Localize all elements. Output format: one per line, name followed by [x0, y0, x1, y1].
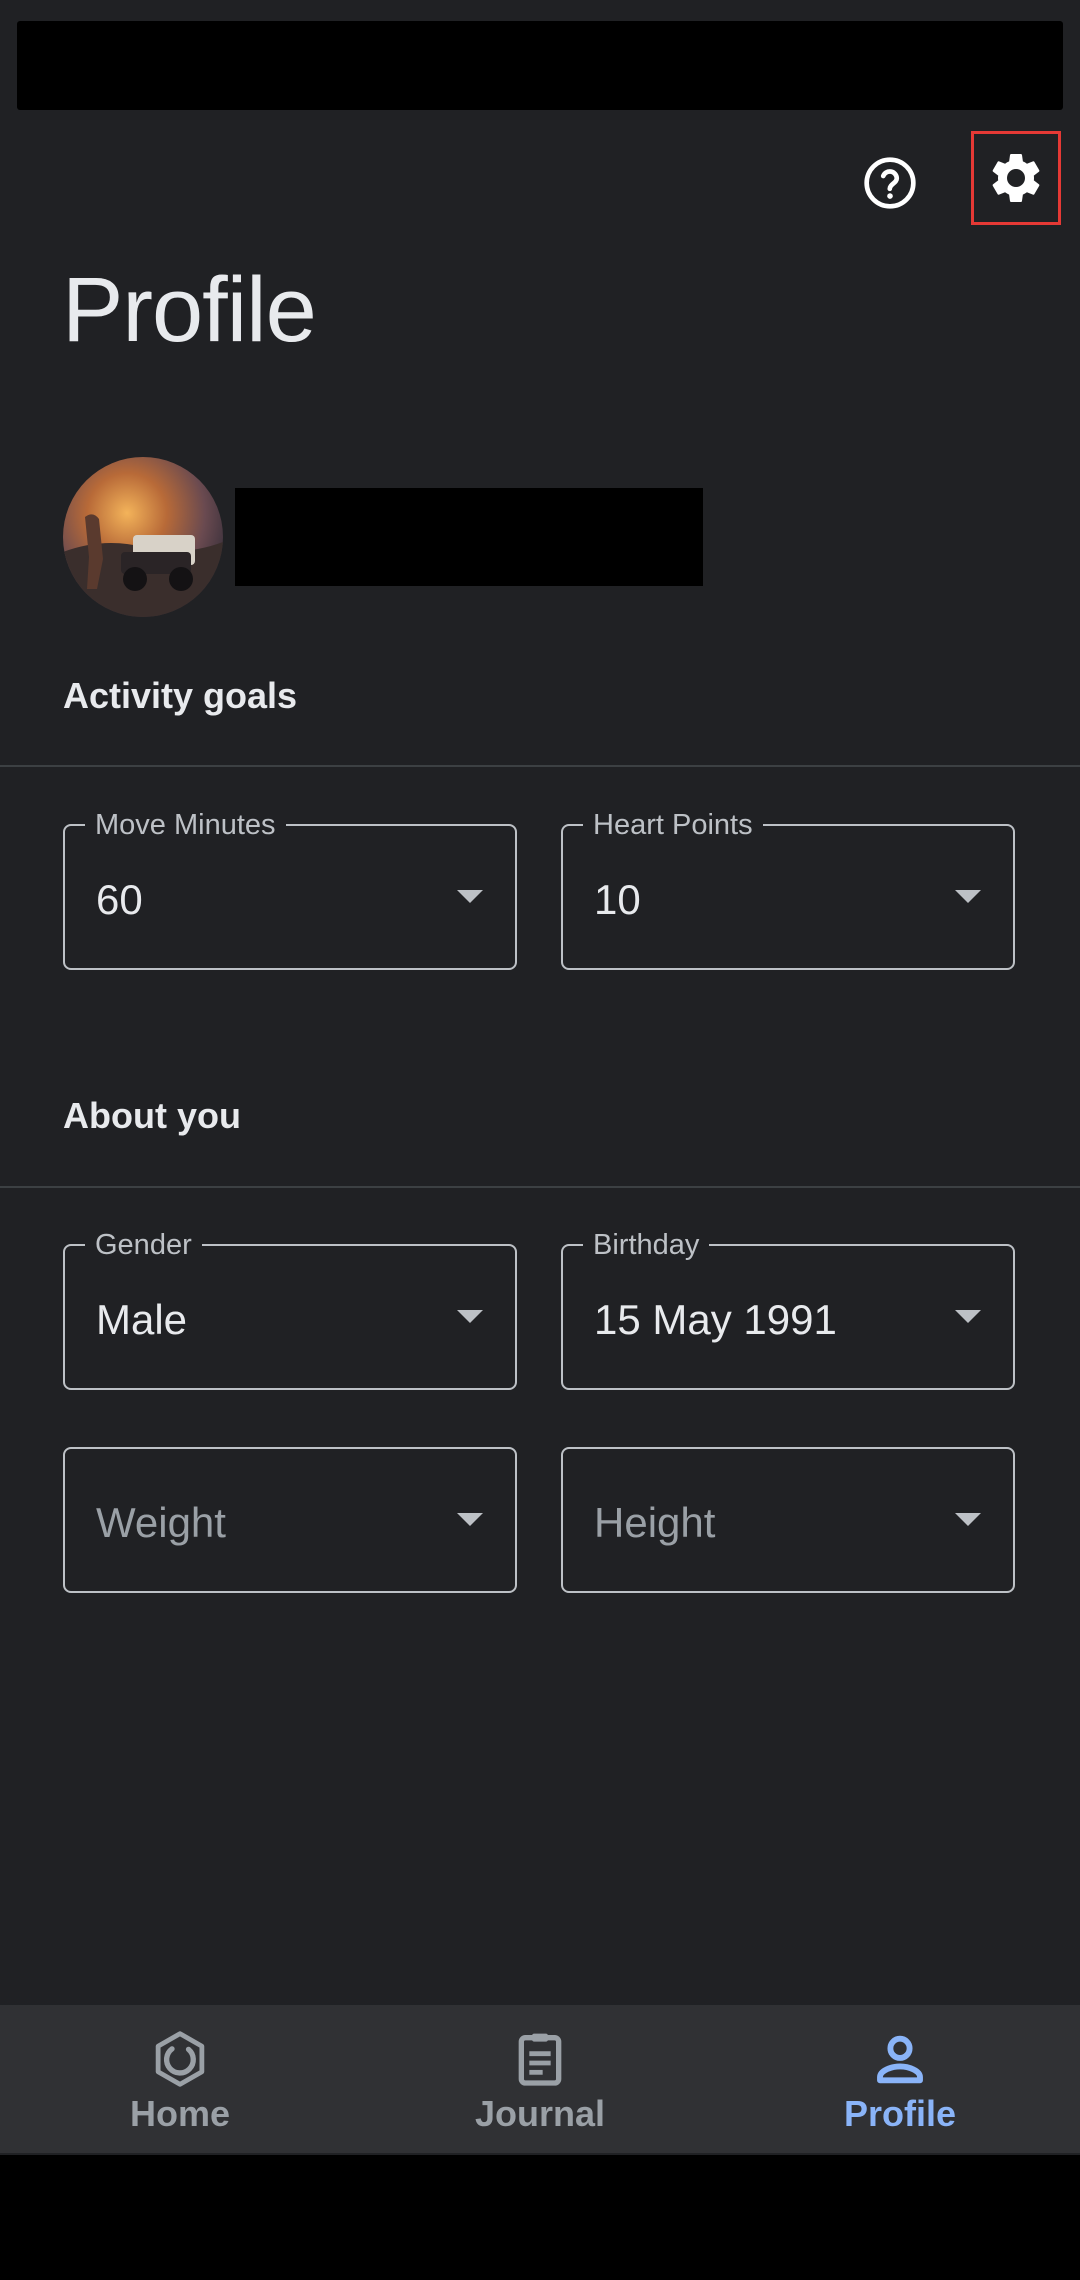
gender-dropdown[interactable]: Gender Male — [63, 1227, 517, 1390]
heart-points-value: 10 — [594, 876, 641, 923]
height-placeholder: Height — [594, 1499, 716, 1546]
system-navigation-bar — [0, 2155, 1080, 2280]
dropdown-arrow-icon — [457, 1513, 483, 1526]
weight-placeholder: Weight — [96, 1499, 226, 1546]
bottom-navigation: Home Journal Profile — [0, 2005, 1080, 2153]
height-dropdown[interactable]: Height — [561, 1447, 1015, 1593]
divider — [0, 1186, 1080, 1188]
nav-label-home: Home — [129, 2093, 231, 2134]
gender-value: Male — [96, 1296, 188, 1343]
gender-label: Gender — [85, 1227, 202, 1263]
nav-item-home[interactable]: Home — [0, 2005, 360, 2153]
divider — [0, 765, 1080, 767]
nav-label-profile: Profile — [843, 2093, 957, 2134]
help-button[interactable] — [853, 146, 927, 220]
dropdown-arrow-icon — [955, 1310, 981, 1323]
nav-label-journal: Journal — [474, 2093, 606, 2134]
avatar[interactable] — [63, 457, 223, 617]
activity-goals-heading: Activity goals — [63, 675, 298, 716]
person-icon — [877, 2035, 923, 2084]
dropdown-arrow-icon — [955, 1513, 981, 1526]
dropdown-arrow-icon — [955, 890, 981, 903]
profile-name-redacted — [235, 488, 703, 586]
clipboard-icon — [518, 2033, 562, 2086]
heart-points-label: Heart Points — [583, 807, 763, 843]
status-bar-redacted — [17, 21, 1063, 110]
about-you-heading: About you — [63, 1095, 241, 1136]
birthday-value: 15 May 1991 — [594, 1296, 837, 1343]
home-ring-icon — [155, 2031, 205, 2087]
page-title: Profile — [62, 259, 317, 361]
move-minutes-label: Move Minutes — [85, 807, 286, 843]
nav-item-profile[interactable]: Profile — [720, 2005, 1080, 2153]
birthday-dropdown[interactable]: Birthday 15 May 1991 — [561, 1227, 1015, 1390]
dropdown-arrow-icon — [457, 1310, 483, 1323]
birthday-label: Birthday — [583, 1227, 710, 1263]
nav-item-journal[interactable]: Journal — [360, 2005, 720, 2153]
settings-button[interactable] — [971, 131, 1061, 225]
avatar-image — [63, 514, 223, 617]
heart-points-dropdown[interactable]: Heart Points 10 — [561, 807, 1015, 970]
move-minutes-dropdown[interactable]: Move Minutes 60 — [63, 807, 517, 970]
help-circle-icon — [864, 157, 916, 209]
move-minutes-value: 60 — [96, 876, 143, 923]
dropdown-arrow-icon — [457, 890, 483, 903]
weight-dropdown[interactable]: Weight — [63, 1447, 517, 1593]
gear-icon — [992, 153, 1040, 202]
